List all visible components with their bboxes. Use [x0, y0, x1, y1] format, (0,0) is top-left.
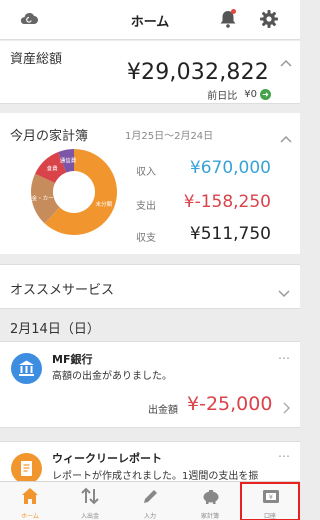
asset-summary-card[interactable]: 資産総額 ¥29,032,822 前日比 ¥0 ➜: [0, 41, 300, 104]
page-title: ホーム: [130, 15, 170, 30]
income-row: 収入 ¥670,000: [136, 158, 271, 178]
chevron-right-icon[interactable]: [283, 399, 290, 418]
asset-diff-label: 前日比: [207, 91, 238, 102]
report-body: レポートが作成されました。1週間の支出を振: [52, 471, 259, 482]
expense-donut-chart[interactable]: 未分類 現金・カード 食費通信費: [30, 148, 118, 236]
gear-icon[interactable]: [259, 9, 279, 33]
tab-label-home: ホーム: [21, 513, 39, 520]
home-icon: [22, 488, 38, 504]
donut-slice-label: 現金・カード: [30, 194, 59, 202]
withdrawal-amount: ¥-25,000: [187, 393, 273, 415]
tab-transactions[interactable]: 入出金: [60, 482, 120, 520]
tab-label-input: 入力: [143, 513, 156, 520]
bottom-tab-bar: ホーム 入出金 入力 家計簿 ¥ 口座: [0, 481, 300, 520]
app-header: ホーム: [0, 0, 300, 40]
expense-row: 支出 ¥-158,250: [136, 192, 271, 212]
asset-diff: 前日比 ¥0 ➜: [207, 87, 271, 102]
report-title: ウィークリーレポート: [52, 452, 162, 465]
balance-row: 収支 ¥511,750: [136, 224, 271, 244]
more-options-icon[interactable]: …: [278, 446, 291, 460]
arrow-right-circle-icon[interactable]: ➜: [260, 89, 271, 100]
notification-title: MF銀行: [52, 353, 93, 366]
transfer-arrows-icon: [81, 487, 99, 505]
withdrawal-label: 出金額: [148, 405, 178, 416]
income-label: 収入: [136, 167, 156, 178]
report-icon: [11, 453, 42, 484]
donut-slice-label: 通信費: [60, 157, 77, 165]
timeline-item-weekly-report[interactable]: ウィークリーレポート レポートが作成されました。1週間の支出を振 …: [0, 441, 300, 484]
expense-label: 支出: [136, 201, 156, 212]
bank-icon: [11, 353, 42, 384]
svg-text:¥: ¥: [269, 493, 273, 501]
timeline-item-bank[interactable]: MF銀行 高額の出金がありました。 … 出金額 ¥-25,000: [0, 341, 300, 428]
account-yen-icon: ¥: [263, 490, 279, 503]
pencil-icon: [144, 490, 157, 503]
monthly-budget-card[interactable]: 今月の家計簿 1月25日〜2月24日 未分類 現金・カード 食費通信費 収入 ¥67…: [0, 113, 300, 254]
chevron-up-icon[interactable]: [280, 52, 292, 71]
budget-label: 今月の家計簿: [10, 129, 89, 144]
piggy-bank-icon: [203, 490, 219, 504]
tab-input[interactable]: 入力: [120, 482, 180, 520]
tab-label-accounts: 口座: [263, 513, 276, 520]
asset-total-label: 資産総額: [10, 52, 63, 67]
bell-icon[interactable]: [219, 9, 237, 33]
income-value: ¥670,000: [189, 158, 271, 178]
timeline-date: 2月14日（日）: [10, 322, 100, 337]
recommended-services-row[interactable]: オススメサービス: [0, 264, 300, 309]
donut-slice-label: 食費: [47, 165, 59, 173]
balance-value: ¥511,750: [189, 224, 271, 244]
tab-label-budget: 家計簿: [200, 513, 219, 520]
tab-home[interactable]: ホーム: [0, 482, 60, 520]
notification-dot: [231, 9, 236, 14]
tab-label-transactions: 入出金: [80, 513, 99, 520]
asset-diff-value: ¥0: [244, 89, 257, 100]
services-label: オススメサービス: [10, 283, 115, 298]
budget-date-range: 1月25日〜2月24日: [125, 131, 214, 142]
chevron-up-icon[interactable]: [280, 128, 292, 147]
expense-value: ¥-158,250: [183, 192, 271, 212]
tab-budget[interactable]: 家計簿: [180, 482, 240, 520]
chevron-down-icon[interactable]: [278, 283, 290, 302]
more-options-icon[interactable]: …: [278, 348, 291, 362]
tab-accounts[interactable]: ¥ 口座: [240, 482, 300, 520]
donut-slice-label: 未分類: [95, 200, 112, 208]
asset-total-value: ¥29,032,822: [126, 60, 269, 85]
notification-body: 高額の出金がありました。: [52, 371, 172, 382]
balance-label: 収支: [136, 233, 156, 244]
